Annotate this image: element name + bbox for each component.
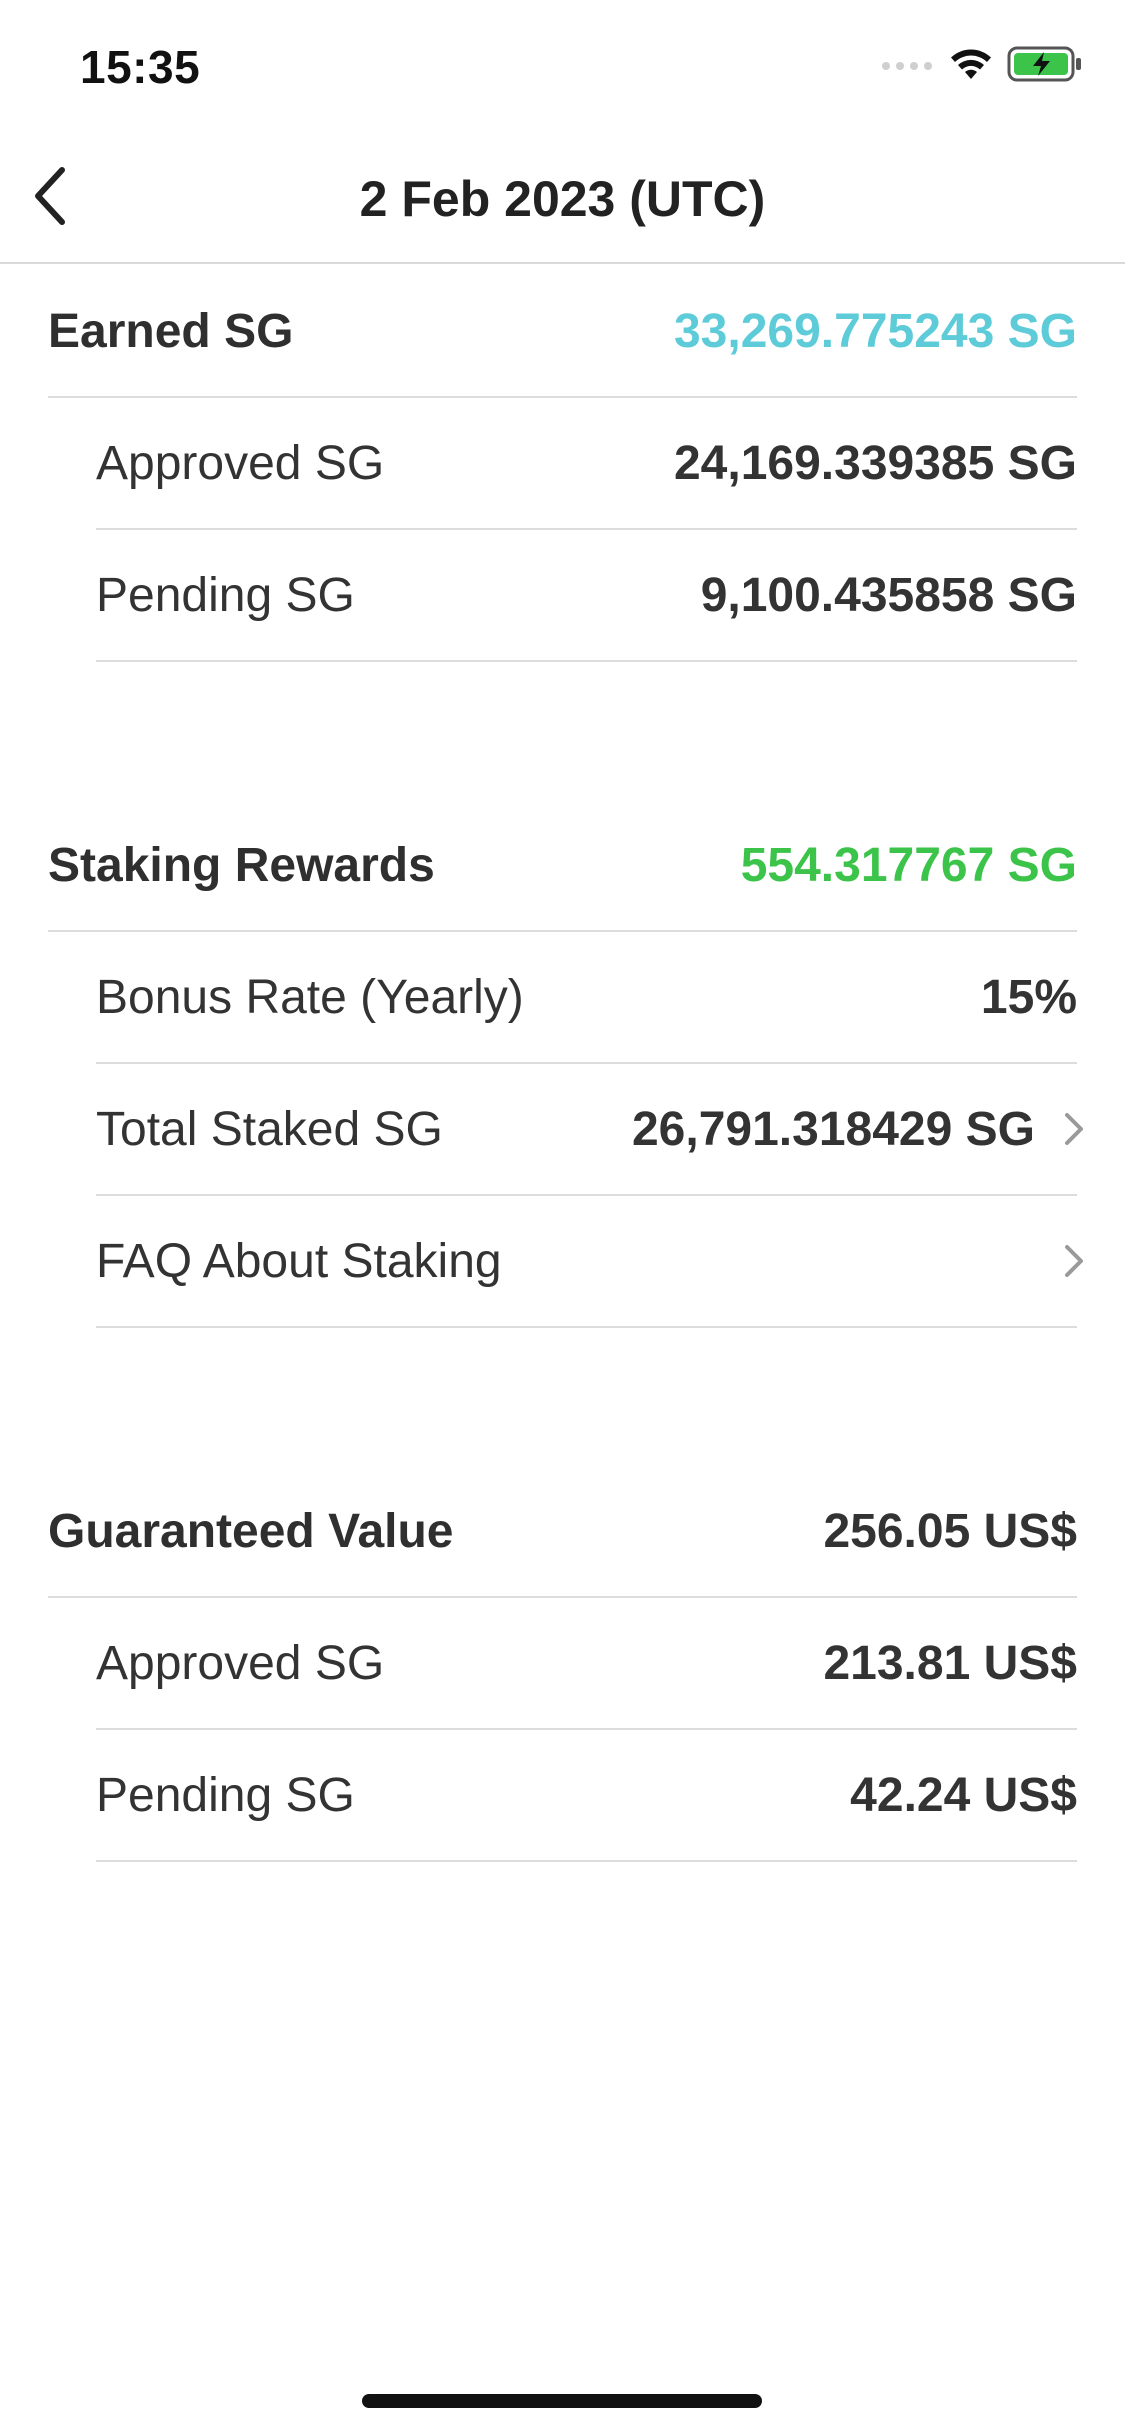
total-staked-value: 26,791.318429 SG [631,1102,1035,1156]
staking-header-row: Staking Rewards 554.317767 SG [48,800,1077,932]
guaranteed-header-row: Guaranteed Value 256.05 US$ [48,1466,1077,1598]
total-staked-value-wrap: 26,791.318429 SG [631,1102,1083,1157]
earned-label: Earned SG [48,304,294,358]
guaranteed-section: Guaranteed Value 256.05 US$ Approved SG … [0,1466,1125,1862]
chevron-right-icon [1063,1111,1085,1147]
wifi-icon [949,47,993,86]
cellular-signal-icon [881,57,935,76]
staking-label: Staking Rewards [48,838,435,892]
guaranteed-pending-label: Pending SG [96,1768,355,1822]
guaranteed-pending-value: 42.24 US$ [850,1768,1077,1822]
status-bar: 15:35 [0,0,1125,132]
guaranteed-value: 256.05 US$ [823,1504,1077,1558]
total-staked-row[interactable]: Total Staked SG 26,791.318429 SG [96,1064,1083,1196]
battery-icon [1007,46,1083,87]
page-title: 2 Feb 2023 (UTC) [359,171,766,227]
staking-section: Staking Rewards 554.317767 SG Bonus Rate… [0,800,1125,1328]
guaranteed-approved-label: Approved SG [96,1636,385,1690]
faq-staking-label: FAQ About Staking [96,1234,502,1288]
guaranteed-approved-row: Approved SG 213.81 US$ [96,1598,1077,1730]
total-staked-label: Total Staked SG [96,1102,443,1156]
guaranteed-label: Guaranteed Value [48,1504,454,1558]
earned-approved-row: Approved SG 24,169.339385 SG [96,398,1077,530]
faq-staking-row[interactable]: FAQ About Staking [96,1196,1083,1328]
earned-pending-row: Pending SG 9,100.435858 SG [96,530,1077,662]
bonus-rate-value: 15% [980,970,1077,1024]
staking-value: 554.317767 SG [740,838,1077,892]
earned-header-row: Earned SG 33,269.775243 SG [48,266,1077,398]
earned-approved-value: 24,169.339385 SG [673,436,1077,490]
status-time: 15:35 [80,41,201,93]
bonus-rate-row: Bonus Rate (Yearly) 15% [96,932,1077,1064]
earned-section: Earned SG 33,269.775243 SG Approved SG 2… [0,266,1125,662]
home-indicator[interactable] [362,2394,762,2408]
guaranteed-pending-row: Pending SG 42.24 US$ [96,1730,1077,1862]
status-icons [881,46,1083,87]
earned-value: 33,269.775243 SG [673,304,1077,358]
guaranteed-approved-value: 213.81 US$ [823,1636,1077,1690]
bonus-rate-label: Bonus Rate (Yearly) [96,970,524,1024]
earned-pending-value: 9,100.435858 SG [700,568,1077,622]
earned-pending-label: Pending SG [96,568,355,622]
nav-bar: 2 Feb 2023 (UTC) [0,132,1125,264]
faq-staking-value-wrap [1035,1243,1083,1279]
content: Earned SG 33,269.775243 SG Approved SG 2… [0,266,1125,1862]
earned-approved-label: Approved SG [96,436,385,490]
chevron-right-icon [1063,1243,1085,1279]
